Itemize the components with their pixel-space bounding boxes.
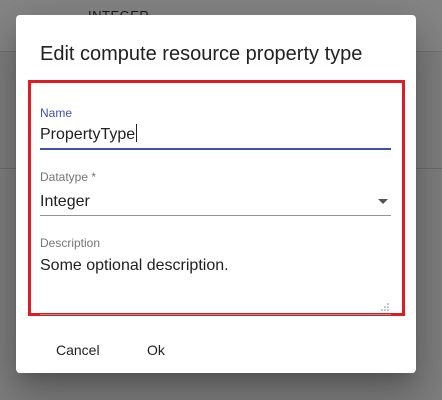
description-field[interactable]: Description Some optional description. bbox=[40, 236, 391, 316]
name-field[interactable]: Name PropertyType bbox=[40, 106, 391, 152]
datatype-field-label: Datatype * bbox=[40, 170, 97, 184]
name-input[interactable]: PropertyType bbox=[40, 124, 138, 145]
cancel-button[interactable]: Cancel bbox=[56, 338, 102, 362]
ok-button[interactable]: Ok bbox=[147, 338, 171, 362]
description-textarea[interactable]: Some optional description. bbox=[40, 256, 229, 276]
resize-grip-icon[interactable] bbox=[380, 302, 389, 311]
description-field-label: Description bbox=[40, 236, 101, 250]
description-field-underline bbox=[40, 314, 391, 315]
edit-property-type-dialog: Edit compute resource property type Name… bbox=[16, 15, 416, 373]
datatype-selected-value: Integer bbox=[40, 193, 90, 210]
name-input-value: PropertyType bbox=[40, 126, 136, 143]
name-field-underline bbox=[40, 148, 391, 150]
datatype-select[interactable]: Datatype * Integer bbox=[40, 170, 391, 216]
chevron-down-icon[interactable] bbox=[378, 199, 388, 204]
name-field-label: Name bbox=[40, 106, 73, 120]
datatype-field-underline bbox=[40, 215, 391, 216]
dialog-title: Edit compute resource property type bbox=[40, 43, 363, 65]
text-cursor bbox=[136, 124, 138, 142]
